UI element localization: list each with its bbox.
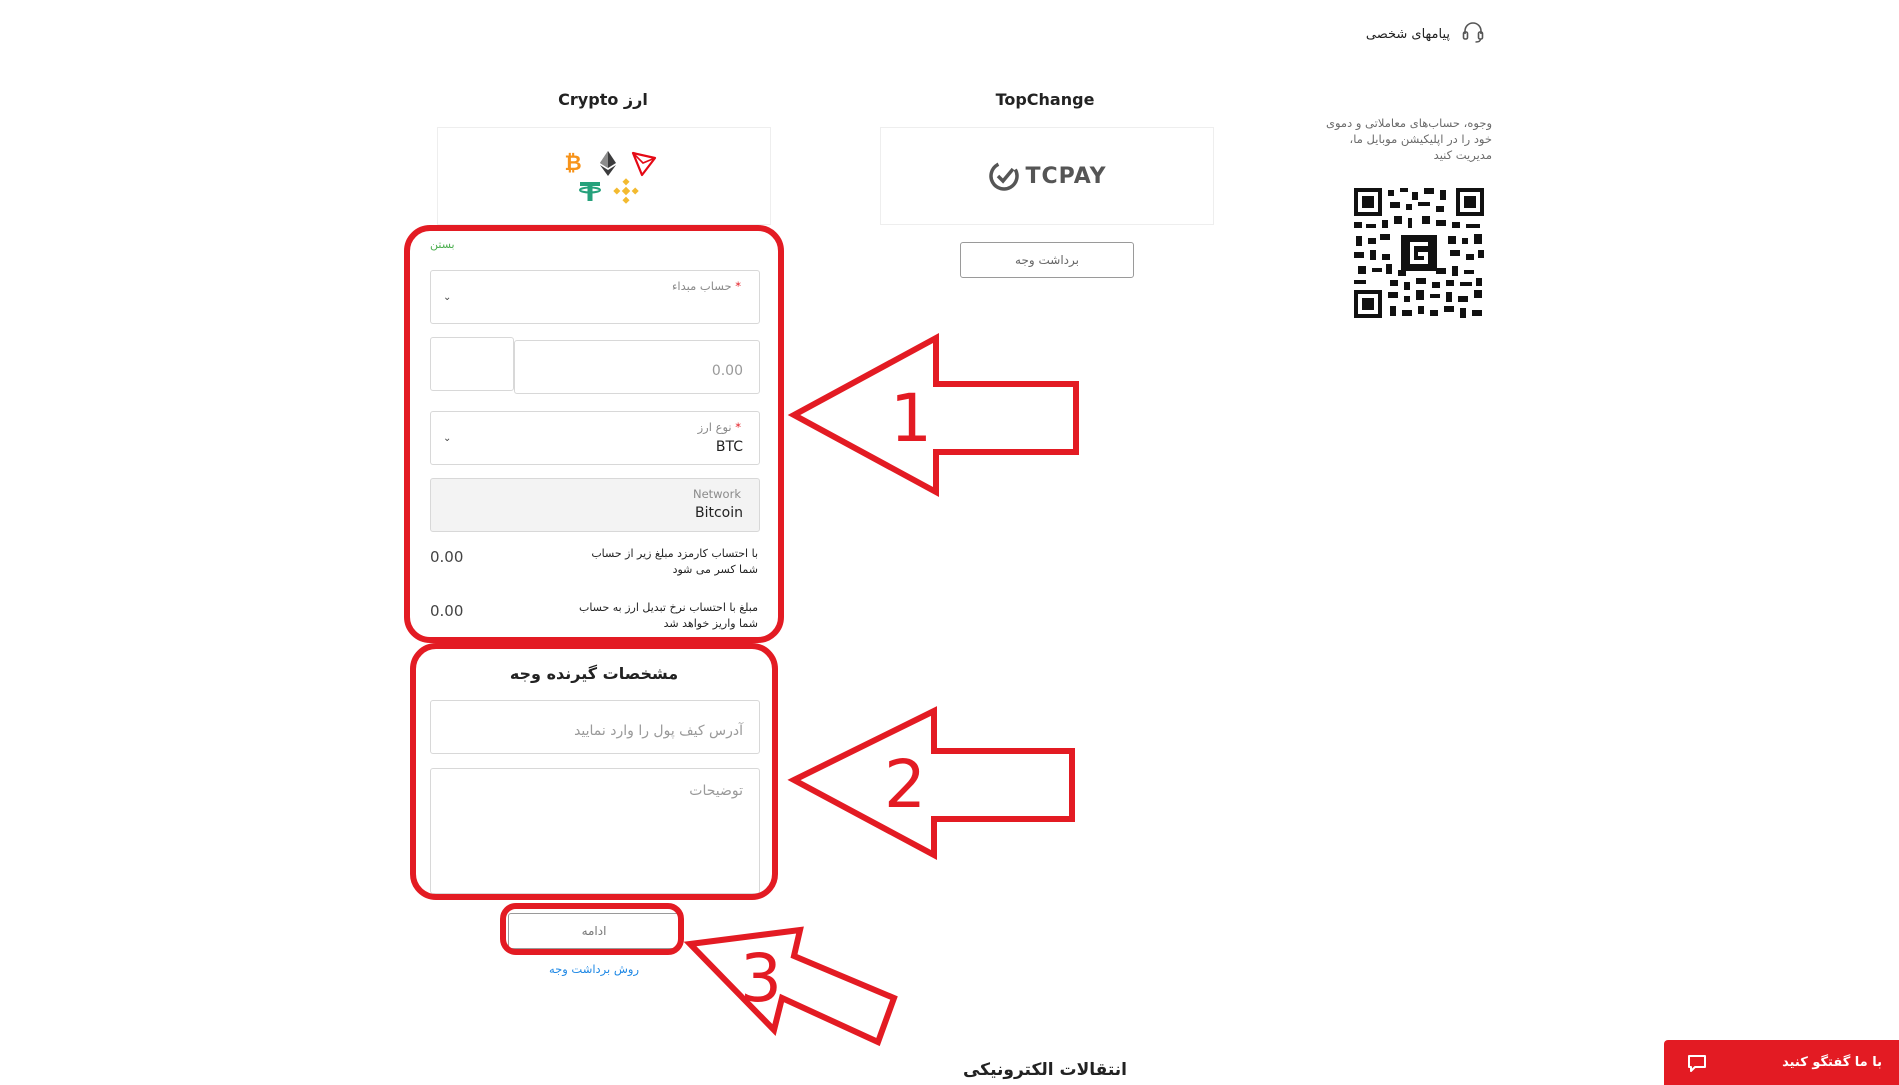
topchange-title: TopChange	[995, 90, 1095, 109]
annotation-arrow-1	[787, 332, 1079, 498]
annotation-number-2: 2	[884, 746, 926, 823]
annotation-box-2	[410, 643, 778, 900]
ethereum-icon	[600, 151, 616, 176]
bitcoin-icon: ₿	[564, 151, 581, 175]
electronic-transfers-title: انتقالات الکترونیکی	[962, 1060, 1127, 1080]
chat-label: با ما گفتگو کنید	[1782, 1055, 1882, 1070]
annotation-number-1: 1	[890, 380, 932, 457]
withdraw-button[interactable]: برداشت وجه	[960, 242, 1134, 278]
annotation-arrow-3	[683, 926, 898, 1047]
app-download-qr-code[interactable]	[1352, 186, 1486, 320]
crypto-card[interactable]: ₿	[437, 127, 771, 225]
annotation-box-1	[404, 225, 784, 643]
svg-text:₿: ₿	[564, 151, 581, 175]
tcpay-card[interactable]: TCPAY	[880, 127, 1214, 225]
tether-icon	[579, 182, 601, 201]
tcpay-logo: TCPAY	[881, 128, 1213, 224]
chat-widget-button[interactable]: با ما گفتگو کنید	[1664, 1040, 1899, 1085]
bnb-icon	[613, 178, 639, 204]
chat-icon	[1688, 1054, 1706, 1072]
annotation-number-3: 3	[740, 940, 782, 1017]
headset-icon	[1460, 19, 1486, 49]
app-promo-text: وجوه، حساب‌های معاملاتی و دموی خود را در…	[1325, 116, 1492, 162]
personal-messages-link[interactable]: پیامهای شخصی	[1356, 18, 1486, 50]
tcpay-check-icon	[989, 161, 1020, 191]
annotation-arrow-2	[787, 706, 1075, 861]
crypto-title: ارز Crypto	[558, 90, 648, 109]
tron-icon	[631, 151, 657, 177]
annotation-box-3	[500, 903, 684, 955]
personal-messages-label: پیامهای شخصی	[1365, 26, 1450, 42]
